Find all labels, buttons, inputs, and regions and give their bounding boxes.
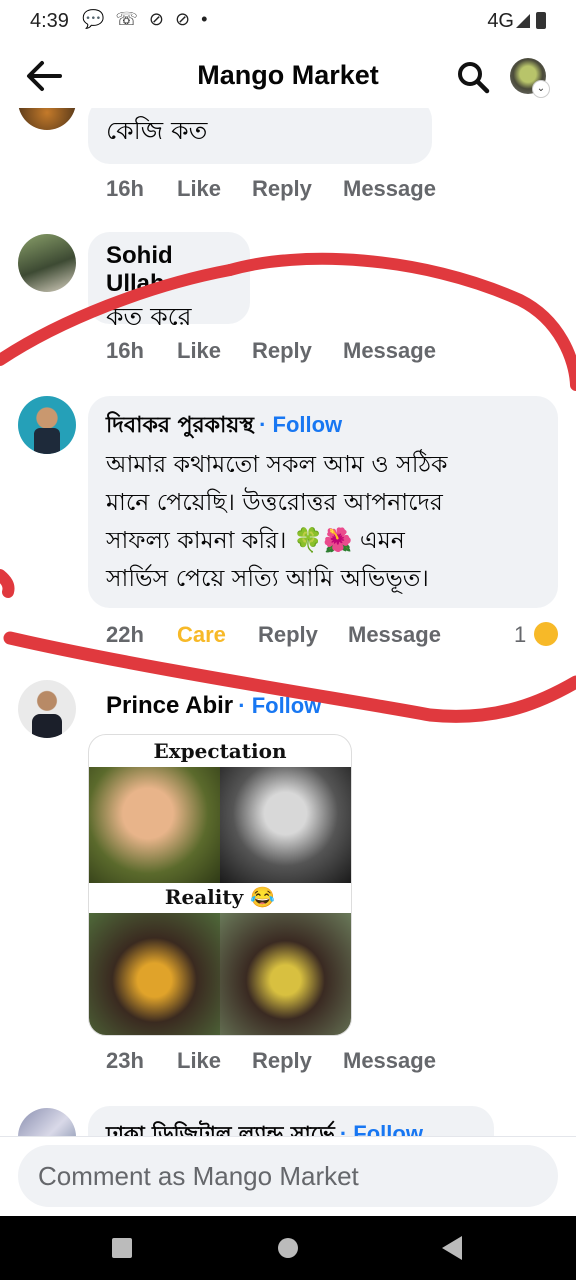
comment-text: আমার কথামতো সকল আম ও সঠিক মানে পেয়েছি। …: [106, 445, 540, 597]
care-emoji-icon: [534, 622, 558, 646]
reply-button[interactable]: Reply: [252, 176, 312, 202]
comment-input[interactable]: Comment as Mango Market: [18, 1145, 558, 1207]
comments-list[interactable]: কেজি কত 16h Like Reply Message Sohid Ull…: [0, 108, 576, 1136]
commenter-avatar[interactable]: [18, 1108, 76, 1136]
home-icon[interactable]: [278, 1238, 298, 1258]
comment-header: Prince Abir · Follow: [106, 692, 321, 720]
comment-author[interactable]: দিবাকর পুরকায়স্থ: [106, 413, 254, 438]
comment-text: কেজি কত: [106, 116, 208, 145]
meme-photo: [89, 913, 220, 1035]
search-icon[interactable]: [456, 60, 490, 94]
comment-bubble: দিবাকর পুরকায়স্থ · Follow আমার কথামতো স…: [88, 396, 558, 608]
reaction-count[interactable]: 1: [514, 622, 526, 648]
comment-line: সার্ভিস পেয়ে সত্যি আমি অভিভূত।: [106, 564, 429, 592]
recents-icon[interactable]: [112, 1238, 132, 1258]
follow-button[interactable]: · Follow: [238, 693, 321, 718]
network-type: 4G: [487, 10, 514, 32]
comment-time[interactable]: 16h: [106, 338, 144, 364]
comment-time[interactable]: 23h: [106, 1048, 144, 1074]
comment-image[interactable]: Expectation Reality 😂: [88, 734, 352, 1036]
battery-icon: [536, 12, 546, 29]
comment-composer: Comment as Mango Market: [0, 1136, 576, 1217]
follow-button[interactable]: · Follow: [340, 1121, 423, 1136]
comment-time[interactable]: 16h: [106, 176, 144, 202]
care-reaction-button[interactable]: Care: [177, 622, 226, 648]
commenter-avatar[interactable]: [18, 680, 76, 738]
message-button[interactable]: Message: [343, 176, 436, 202]
message-button[interactable]: Message: [343, 338, 436, 364]
avatar-figure: [32, 714, 62, 738]
meme-photo: [220, 767, 351, 883]
like-button[interactable]: Like: [177, 338, 221, 364]
status-time: 4:39: [30, 10, 69, 32]
comment-line: আমার কথামতো সকল আম ও সঠিক: [106, 450, 448, 478]
comment-bubble: ঢাকা ডিজিটাল ল্যান্ড সার্ভে · Follow: [88, 1106, 494, 1136]
meme-photo: [220, 913, 351, 1035]
avatar-figure: [34, 428, 60, 454]
comment-time[interactable]: 22h: [106, 622, 144, 648]
like-button[interactable]: Like: [177, 1048, 221, 1074]
chevron-down-icon: ⌄: [532, 80, 550, 98]
meme-bottom-caption: Reality 😂: [164, 885, 276, 909]
comment-author[interactable]: ঢাকা ডিজিটাল ল্যান্ড সার্ভে: [106, 1122, 335, 1136]
comment-line: সাফল্য কামনা করি। 🍀🌺 এমন: [106, 526, 405, 554]
system-nav-bar: [0, 1216, 576, 1280]
comment-author[interactable]: Prince Abir: [106, 692, 233, 719]
app-bar: Mango Market ⌄: [0, 44, 576, 108]
back-triangle-icon[interactable]: [442, 1236, 462, 1260]
message-button[interactable]: Message: [348, 622, 441, 648]
commenter-avatar[interactable]: [18, 108, 76, 130]
reply-button[interactable]: Reply: [252, 338, 312, 364]
page-profile-avatar[interactable]: ⌄: [510, 58, 550, 98]
commenter-avatar[interactable]: [18, 396, 76, 454]
status-bar: 4:39 💬 ☏ ⊘ ⊘ • 4G: [0, 0, 576, 44]
notification-icons: 💬 ☏ ⊘ ⊘ •: [82, 9, 211, 29]
follow-button[interactable]: · Follow: [259, 412, 342, 437]
like-button[interactable]: Like: [177, 176, 221, 202]
message-button[interactable]: Message: [343, 1048, 436, 1074]
comment-text: কত করে: [106, 302, 192, 331]
comment-author[interactable]: Sohid Ullah: [106, 242, 232, 298]
comment-line: মানে পেয়েছি। উত্তরোত্তর আপনাদের: [106, 488, 443, 516]
meme-top-caption: Expectation: [153, 739, 287, 763]
signal-icon: [516, 14, 530, 28]
meme-photo: [89, 767, 220, 883]
reply-button[interactable]: Reply: [252, 1048, 312, 1074]
reply-button[interactable]: Reply: [258, 622, 318, 648]
comment-bubble: Sohid Ullah কত করে: [88, 232, 250, 331]
commenter-avatar[interactable]: [18, 234, 76, 292]
comment-bubble: কেজি কত: [88, 108, 432, 164]
